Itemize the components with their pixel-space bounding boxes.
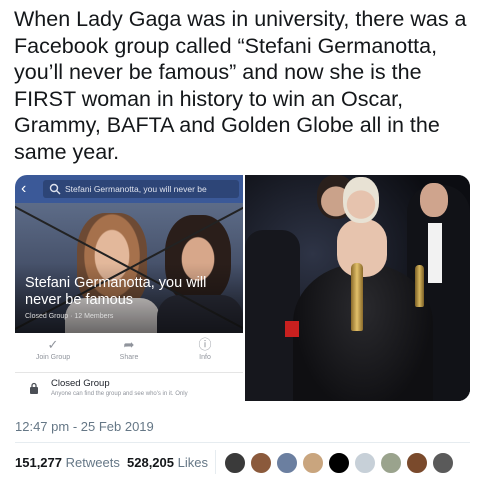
- info-icon: ⓘ: [198, 337, 212, 352]
- likes-label: Likes: [177, 455, 208, 470]
- avatar[interactable]: [276, 452, 298, 474]
- tweet-media[interactable]: ‹ Stefani Germanotta, you will never be …: [15, 175, 470, 401]
- back-arrow-icon: ‹: [21, 180, 27, 197]
- red-envelope: [285, 321, 299, 337]
- tweet-timestamp[interactable]: 12:47 pm - 25 Feb 2019: [15, 419, 154, 434]
- facebook-group-screenshot[interactable]: ‹ Stefani Germanotta, you will never be …: [15, 175, 243, 401]
- likes-count: 528,205: [127, 455, 174, 470]
- closed-group-description: Anyone can find the group and see who's …: [51, 391, 188, 397]
- share-label: Share: [119, 354, 139, 361]
- black-gown: [293, 263, 433, 401]
- lock-icon: [30, 382, 38, 394]
- facebook-group-cover-photo: Stefani Germanotta, you will never be fa…: [15, 203, 243, 333]
- check-icon: ✓: [47, 337, 59, 352]
- facebook-search-text: Stefani Germanotta, you will never be: [65, 184, 207, 194]
- share-button[interactable]: ➦ Share: [99, 337, 159, 363]
- retweets-count: 151,277: [15, 455, 62, 470]
- facebook-group-actions: ✓ Join Group ➦ Share ⓘ Info: [15, 333, 243, 373]
- avatar[interactable]: [302, 452, 324, 474]
- stats-divider: [215, 450, 216, 474]
- tweet-text: When Lady Gaga was in university, there …: [14, 7, 467, 164]
- join-group-button[interactable]: ✓ Join Group: [23, 337, 83, 363]
- oscar-statuette-2: [415, 265, 424, 307]
- avatar[interactable]: [380, 452, 402, 474]
- info-button[interactable]: ⓘ Info: [175, 337, 235, 363]
- person-right-face: [420, 183, 448, 217]
- search-icon: [49, 183, 61, 195]
- closed-group-title: Closed Group: [51, 378, 110, 389]
- avatar[interactable]: [354, 452, 376, 474]
- facebook-group-meta: Closed Group · 12 Members: [25, 313, 114, 320]
- join-group-label: Join Group: [35, 354, 71, 361]
- facebook-top-bar: ‹ Stefani Germanotta, you will never be: [15, 175, 243, 203]
- avatar[interactable]: [250, 452, 272, 474]
- retweets-stat[interactable]: 151,277 Retweets: [15, 454, 120, 472]
- retweets-label: Retweets: [65, 455, 120, 470]
- avatar[interactable]: [328, 452, 350, 474]
- info-label: Info: [199, 354, 211, 361]
- avatar[interactable]: [406, 452, 428, 474]
- divider: [15, 442, 470, 443]
- woman-head: [343, 177, 379, 223]
- facebook-search-bar: Stefani Germanotta, you will never be: [43, 180, 239, 198]
- likes-stat[interactable]: 528,205 Likes: [127, 454, 208, 472]
- avatar[interactable]: [432, 452, 454, 474]
- oscar-statuette: [351, 263, 363, 331]
- facebook-group-name: Stefani Germanotta, you will never be fa…: [25, 275, 207, 308]
- share-arrow-icon: ➦: [123, 337, 135, 352]
- closed-group-notice: Closed Group Anyone can find the group a…: [15, 374, 243, 401]
- avatar[interactable]: [224, 452, 246, 474]
- person-right-shirt: [428, 223, 442, 283]
- person-in-tuxedo-left: [245, 230, 300, 401]
- oscars-photo[interactable]: [245, 175, 470, 401]
